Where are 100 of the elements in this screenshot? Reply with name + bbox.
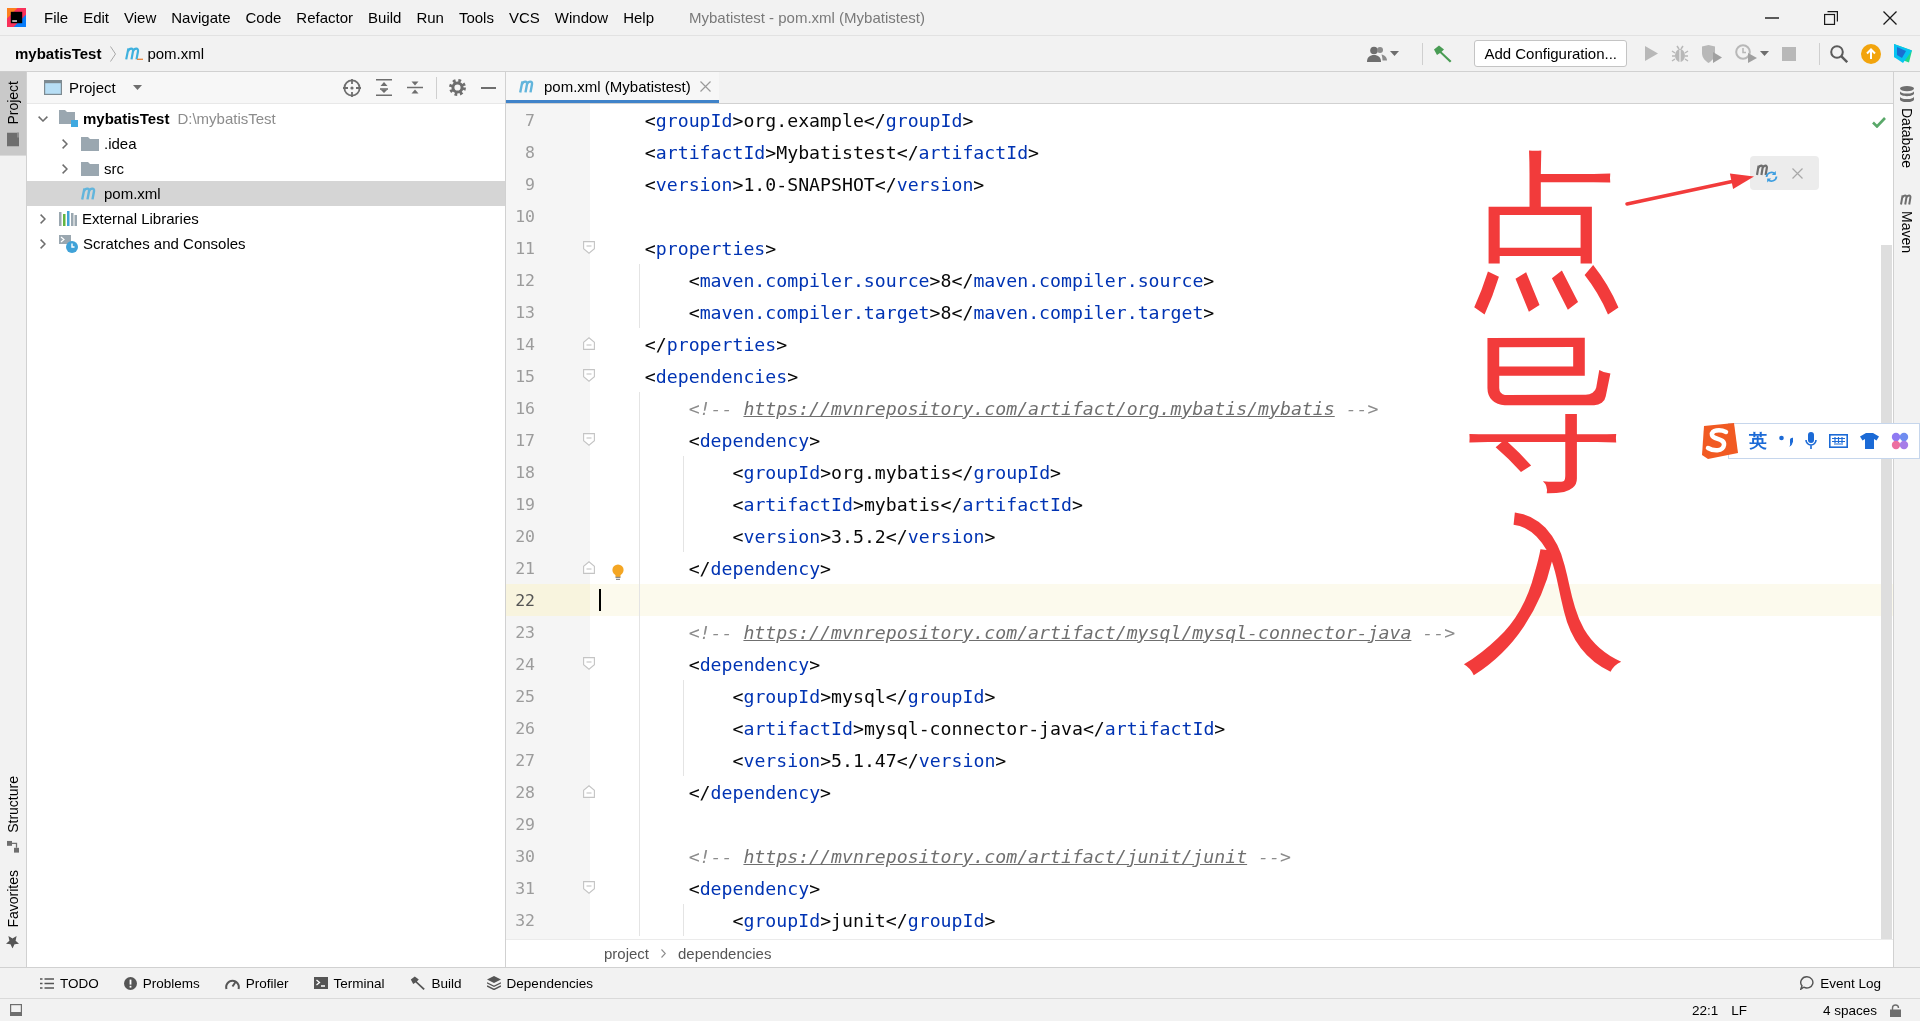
- lock-icon[interactable]: [1890, 1003, 1901, 1017]
- menu-item[interactable]: Help: [623, 8, 655, 27]
- menu-item[interactable]: Build: [368, 8, 402, 27]
- module-folder-icon: [59, 110, 78, 127]
- chevron-right-icon[interactable]: [40, 213, 46, 224]
- menu-item[interactable]: Refactor: [296, 8, 354, 27]
- code-line: <version>5.1.47</version>: [732, 749, 1007, 771]
- editor-tab[interactable]: pom.xml (Mybatistest): [506, 72, 719, 103]
- minimize-icon[interactable]: [481, 86, 496, 89]
- m-refresh-icon[interactable]: [1756, 163, 1778, 183]
- tree-item[interactable]: External Libraries: [27, 206, 505, 231]
- menu-item[interactable]: Window: [554, 8, 609, 27]
- expand-all-icon[interactable]: [376, 79, 392, 96]
- comment-link[interactable]: https://mvnrepository.com/artifact/mysql/mysql-connector-java: [743, 621, 1412, 643]
- tool-window-button[interactable]: Structure: [0, 766, 26, 862]
- menu-item[interactable]: File: [44, 8, 69, 27]
- add-configuration-button[interactable]: Add Configuration...: [1474, 40, 1627, 67]
- line-number: 8: [525, 142, 535, 162]
- panel-title[interactable]: Project: [69, 79, 116, 96]
- shirt-icon[interactable]: [1860, 433, 1879, 449]
- fold-marker-icon[interactable]: [583, 433, 595, 446]
- caret-icon[interactable]: [132, 85, 142, 90]
- tool-window-button[interactable]: Project: [0, 72, 26, 156]
- breadcrumb-item[interactable]: mybatisTest: [15, 45, 102, 62]
- hammer-icon[interactable]: [1433, 44, 1454, 63]
- list-icon: [40, 977, 54, 989]
- fold-marker-icon[interactable]: [583, 369, 595, 382]
- flower-icon[interactable]: [1891, 432, 1909, 450]
- code-line: <version>1.0-SNAPSHOT</version>: [644, 173, 985, 195]
- caret-icon[interactable]: [1760, 51, 1769, 56]
- code-line: <dependencies>: [644, 365, 799, 387]
- menu-item[interactable]: Code: [245, 8, 282, 27]
- database-icon: [1900, 86, 1914, 102]
- m-file-icon: [125, 47, 144, 60]
- close-icon[interactable]: [1883, 10, 1897, 25]
- chevron-down-icon[interactable]: [38, 115, 48, 122]
- tool-window-button[interactable]: Build: [409, 975, 462, 991]
- line-number: 9: [525, 174, 535, 194]
- logo-icon[interactable]: [1894, 44, 1912, 63]
- tool-window-button[interactable]: Database: [1894, 80, 1920, 174]
- code-line: <groupId>junit</groupId>: [732, 909, 996, 931]
- tool-window-button[interactable]: TODO: [40, 975, 99, 991]
- check-icon[interactable]: [1872, 117, 1886, 128]
- tree-item[interactable]: .idea: [27, 131, 505, 156]
- minimize-icon[interactable]: [1765, 16, 1779, 19]
- gear-icon[interactable]: [449, 79, 466, 96]
- tool-window-button[interactable]: Event Log: [1800, 975, 1881, 991]
- light-bulb-icon[interactable]: [612, 564, 624, 580]
- microphone-icon[interactable]: [1805, 432, 1817, 450]
- tool-window-button[interactable]: Favorites: [0, 861, 26, 958]
- chevron-right-icon[interactable]: [40, 238, 46, 249]
- hammer-icon: [409, 976, 426, 990]
- collapse-all-icon[interactable]: [407, 79, 423, 96]
- tree-item[interactable]: src: [27, 156, 505, 181]
- tool-window-button[interactable]: Problems: [123, 975, 200, 991]
- scrollbar[interactable]: [1881, 245, 1892, 939]
- comment-link[interactable]: https://mvnrepository.com/artifact/junit/junit: [743, 845, 1248, 867]
- crosshair-icon[interactable]: [343, 78, 361, 97]
- tree-item[interactable]: mybatisTest D:\mybatisTest: [27, 106, 505, 131]
- code-line: </dependency>: [688, 781, 832, 803]
- search-icon[interactable]: [1830, 44, 1848, 63]
- menu-item[interactable]: Tools: [458, 8, 494, 27]
- input-mode-toggle[interactable]: 英: [1749, 429, 1767, 453]
- comment-link[interactable]: https://mvnrepository.com/artifact/org.mybatis/mybatis: [743, 397, 1335, 419]
- menu-item[interactable]: Edit: [83, 8, 110, 27]
- line-number: 26: [515, 718, 535, 738]
- menu-item[interactable]: Navigate: [171, 8, 231, 27]
- breadcrumb-item[interactable]: pom.xml: [147, 45, 205, 62]
- fold-marker-icon[interactable]: [583, 881, 595, 894]
- tool-window-button[interactable]: Terminal: [313, 975, 385, 991]
- caret-position[interactable]: 22:1: [1691, 1002, 1719, 1018]
- punctuation-icon[interactable]: [1779, 435, 1793, 447]
- chevron-right-icon[interactable]: [62, 163, 68, 174]
- indent-setting[interactable]: 4 spaces: [1822, 1002, 1877, 1018]
- fold-marker-icon[interactable]: [583, 337, 595, 350]
- library-icon: [59, 211, 77, 226]
- chevron-right-icon[interactable]: [62, 138, 68, 149]
- menu-item[interactable]: View: [124, 8, 157, 27]
- tree-item[interactable]: Scratches and Consoles: [27, 231, 505, 256]
- breadcrumb-item[interactable]: dependencies: [678, 945, 772, 962]
- fold-marker-icon[interactable]: [583, 241, 595, 254]
- clock-run-icon[interactable]: [1735, 44, 1757, 63]
- fold-marker-icon[interactable]: [583, 657, 595, 670]
- square-icon[interactable]: [10, 1004, 22, 1016]
- person-icon[interactable]: [1367, 45, 1388, 62]
- fold-marker-icon[interactable]: [583, 561, 595, 574]
- shield-run-icon[interactable]: [1702, 44, 1722, 63]
- tool-window-button[interactable]: Dependencies: [486, 975, 593, 991]
- menu-item[interactable]: Run: [416, 8, 444, 27]
- line-separator[interactable]: LF: [1731, 1002, 1747, 1018]
- breadcrumb-item[interactable]: project: [604, 945, 650, 962]
- menu-item[interactable]: VCS: [508, 8, 540, 27]
- exclamation-circle-icon: [123, 976, 137, 990]
- tree-item[interactable]: pom.xml: [27, 181, 505, 206]
- tool-window-button[interactable]: Maven: [1894, 187, 1920, 259]
- tool-window-button[interactable]: Profiler: [224, 975, 289, 991]
- caret-icon[interactable]: [1390, 51, 1400, 56]
- keyboard-icon[interactable]: [1829, 434, 1848, 448]
- fold-marker-icon[interactable]: [583, 785, 595, 798]
- restore-icon[interactable]: [1824, 10, 1838, 25]
